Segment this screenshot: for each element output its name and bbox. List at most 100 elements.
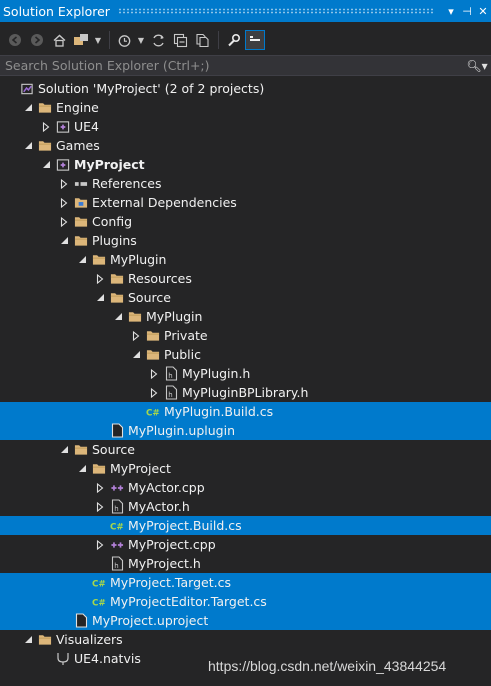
home-icon[interactable]: [49, 30, 69, 50]
folder-icon: [146, 348, 160, 362]
expand-arrow-icon[interactable]: [95, 293, 105, 303]
expand-arrow-icon[interactable]: [113, 312, 123, 322]
chevron-down-icon[interactable]: ▼: [136, 30, 146, 50]
back-icon[interactable]: [5, 30, 25, 50]
tree-item[interactable]: h MyProject.h: [0, 554, 491, 573]
search-icon[interactable]: 🔍︎▾: [463, 59, 491, 73]
tree-item[interactable]: Visualizers: [0, 630, 491, 649]
dropdown-arrow-icon[interactable]: ▾: [443, 5, 459, 18]
solution-icon: [20, 82, 34, 96]
sync-with-document-icon[interactable]: [148, 30, 168, 50]
collapse-arrow-icon[interactable]: [149, 387, 159, 398]
svg-text:h: h: [114, 562, 118, 570]
tree-item[interactable]: Private: [0, 326, 491, 345]
tree-item-label: Engine: [56, 100, 99, 115]
tree-item[interactable]: Plugins: [0, 231, 491, 250]
collapse-arrow-icon[interactable]: [95, 539, 105, 550]
tree-item[interactable]: MyProject: [0, 459, 491, 478]
tree-item[interactable]: MyActor.cpp: [0, 478, 491, 497]
tree-item[interactable]: h MyActor.h: [0, 497, 491, 516]
show-all-files-icon[interactable]: [192, 30, 212, 50]
svg-text:h: h: [168, 391, 172, 399]
tree-item-label: Source: [128, 290, 171, 305]
tree-item[interactable]: Source: [0, 288, 491, 307]
folder-icon: [92, 462, 106, 476]
tree-item-label: Games: [56, 138, 100, 153]
search-input[interactable]: [0, 57, 463, 74]
tree-item[interactable]: External Dependencies: [0, 193, 491, 212]
collapse-arrow-icon[interactable]: [41, 121, 51, 132]
tree-item[interactable]: Resources: [0, 269, 491, 288]
tree-item[interactable]: MyPlugin: [0, 250, 491, 269]
collapse-arrow-icon[interactable]: [95, 273, 105, 284]
folder-icon: [74, 234, 88, 248]
tree-item[interactable]: References: [0, 174, 491, 193]
tree-item[interactable]: Public: [0, 345, 491, 364]
tree-item[interactable]: C# MyPlugin.Build.cs: [0, 402, 491, 421]
tree-item[interactable]: Games: [0, 136, 491, 155]
collapse-arrow-icon[interactable]: [59, 178, 69, 189]
toolbar-separator: [109, 31, 110, 49]
tree-item[interactable]: Config: [0, 212, 491, 231]
tree-item[interactable]: h MyPlugin.h: [0, 364, 491, 383]
close-icon[interactable]: ✕: [475, 5, 491, 18]
collapse-arrow-icon[interactable]: [59, 216, 69, 227]
tree-item[interactable]: UE4: [0, 117, 491, 136]
tree-item[interactable]: MyProject: [0, 155, 491, 174]
expand-arrow-icon[interactable]: [59, 445, 69, 455]
preview-selected-items-icon[interactable]: [245, 30, 265, 50]
folder-icon: [110, 272, 124, 286]
tree-item-label: MyProject.Build.cs: [128, 518, 242, 533]
collapse-arrow-icon[interactable]: [59, 197, 69, 208]
properties-wrench-icon[interactable]: [223, 30, 243, 50]
header-file-icon: h: [110, 556, 124, 571]
tree-item-label: MyPlugin: [146, 309, 203, 324]
pending-changes-filter-icon[interactable]: [114, 30, 134, 50]
collapse-all-icon[interactable]: [170, 30, 190, 50]
expand-arrow-icon[interactable]: [41, 160, 51, 170]
file-icon: [74, 613, 88, 628]
tree-item[interactable]: C# MyProjectEditor.Target.cs: [0, 592, 491, 611]
tree-item-label: External Dependencies: [92, 195, 237, 210]
tree-item-label: MyProject.Target.cs: [110, 575, 231, 590]
drag-grip[interactable]: [117, 8, 435, 14]
expand-arrow-icon[interactable]: [23, 103, 33, 113]
tree-item[interactable]: C# MyProject.Build.cs: [0, 516, 491, 535]
search-bar: 🔍︎▾: [0, 55, 491, 76]
chevron-down-icon[interactable]: ▼: [93, 30, 103, 50]
tree-item[interactable]: C# MyProject.Target.cs: [0, 573, 491, 592]
expand-arrow-icon[interactable]: [23, 635, 33, 645]
expand-arrow-icon[interactable]: [59, 236, 69, 246]
tree-item-label: MyPluginBPLibrary.h: [182, 385, 309, 400]
tree-item[interactable]: Source: [0, 440, 491, 459]
tree-item[interactable]: MyPlugin: [0, 307, 491, 326]
tree-item[interactable]: MyProject.uproject: [0, 611, 491, 630]
tree-item[interactable]: MyPlugin.uplugin: [0, 421, 491, 440]
tree-item-label: MyProject.uproject: [92, 613, 209, 628]
collapse-arrow-icon[interactable]: [95, 482, 105, 493]
tree-item-label: Config: [92, 214, 133, 229]
tree-item-label: References: [92, 176, 162, 191]
toolbar: ▼ ▼: [0, 26, 491, 54]
svg-text:h: h: [168, 372, 172, 380]
tree-item-label: MyPlugin.h: [182, 366, 251, 381]
header-file-icon: h: [110, 499, 124, 514]
collapse-arrow-icon[interactable]: [131, 330, 141, 341]
collapse-arrow-icon[interactable]: [95, 501, 105, 512]
tree-item-label: UE4.natvis: [74, 651, 141, 666]
pin-icon[interactable]: ⊣: [459, 5, 475, 18]
collapse-arrow-icon[interactable]: [149, 368, 159, 379]
tree-item[interactable]: MyProject.cpp: [0, 535, 491, 554]
expand-arrow-icon[interactable]: [131, 350, 141, 360]
forward-icon[interactable]: [27, 30, 47, 50]
expand-arrow-icon[interactable]: [77, 255, 87, 265]
tree-item[interactable]: Engine: [0, 98, 491, 117]
references-icon: [74, 177, 88, 191]
tree-item[interactable]: Solution 'MyProject' (2 of 2 projects): [0, 79, 491, 98]
expand-arrow-icon[interactable]: [23, 141, 33, 151]
folder-icon: [146, 329, 160, 343]
tree-item[interactable]: h MyPluginBPLibrary.h: [0, 383, 491, 402]
expand-arrow-icon[interactable]: [77, 464, 87, 474]
natvis-file-icon: [56, 652, 70, 666]
switch-views-icon[interactable]: [71, 30, 91, 50]
